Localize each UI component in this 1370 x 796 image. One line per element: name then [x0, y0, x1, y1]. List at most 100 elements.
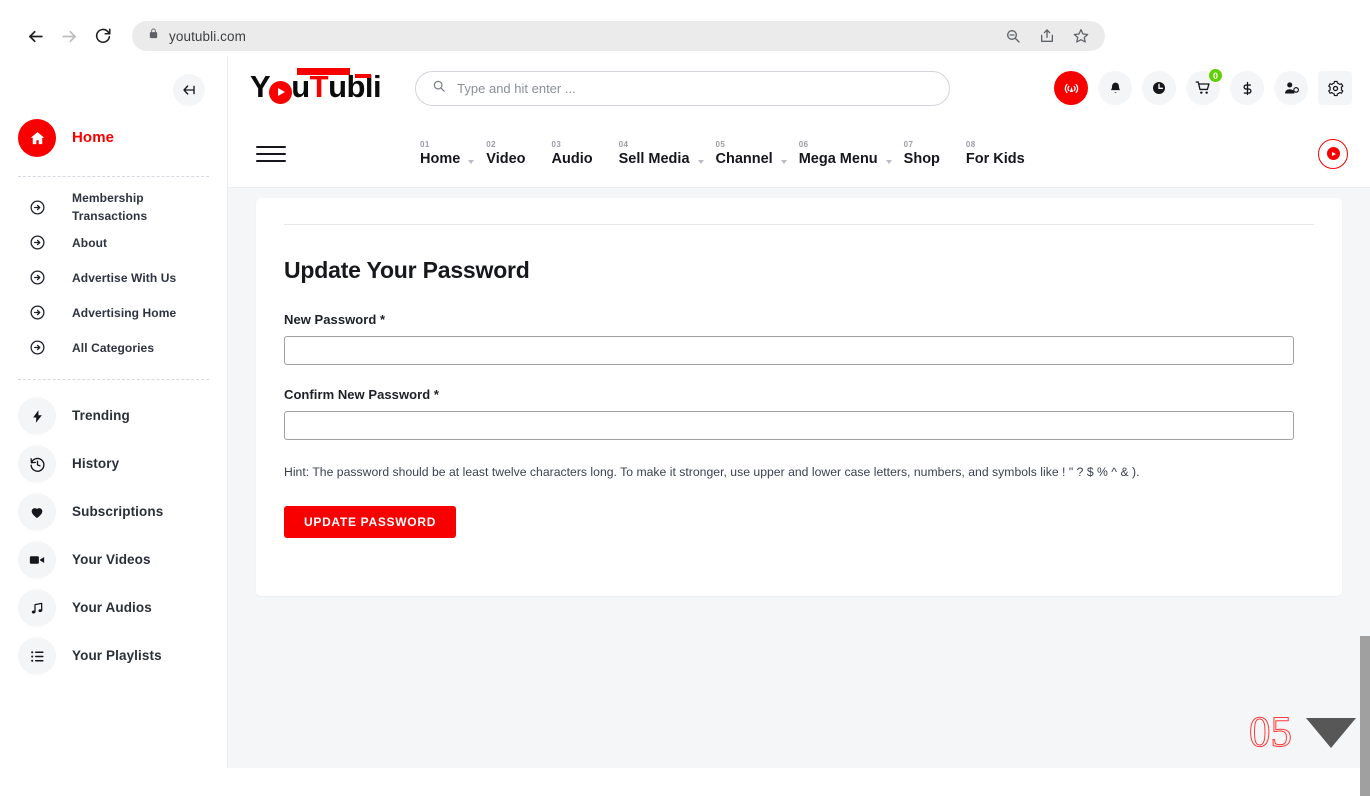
site-logo[interactable]: Y u T ubli — [250, 71, 381, 105]
collapse-sidebar-button[interactable] — [173, 74, 205, 106]
confirm-password-input[interactable] — [284, 411, 1294, 440]
share-icon[interactable] — [1039, 28, 1055, 44]
confirm-password-label: Confirm New Password * — [284, 387, 1314, 402]
sidebar-item-membership-transactions[interactable]: Membership Transactions — [0, 189, 227, 225]
sidebar-item-label: Your Playlists — [72, 646, 162, 666]
sidebar-item-label: Advertising Home — [72, 304, 176, 322]
nav-item-label: Sell Media — [619, 152, 690, 167]
address-bar[interactable]: youtubli.com — [132, 21, 1105, 51]
header-icon-group: 0 — [1054, 71, 1352, 105]
nav-item-audio[interactable]: 03 Audio — [552, 141, 619, 167]
sidebar-item-label: Advertise With Us — [72, 269, 176, 287]
nav-item-label: Audio — [552, 152, 593, 167]
nav-item-number: 08 — [966, 141, 1025, 149]
sidebar-item-label: Subscriptions — [72, 502, 163, 522]
corner-widget: 05 — [1249, 711, 1356, 754]
nav-item-sell-media[interactable]: 04 Sell Media — [619, 141, 716, 167]
logo-macron-decoration — [355, 74, 371, 78]
sidebar-item-your-videos[interactable]: Your Videos — [0, 536, 227, 584]
sidebar-item-label: All Categories — [72, 339, 154, 357]
sidebar-item-advertising-home[interactable]: Advertising Home — [0, 295, 227, 330]
chevron-down-icon — [886, 160, 892, 164]
nav-item-mega-menu[interactable]: 06 Mega Menu — [799, 141, 904, 167]
cart-badge: 0 — [1208, 68, 1223, 83]
search-input[interactable]: Type and hit enter ... — [415, 71, 950, 106]
page-title: Update Your Password — [284, 257, 1314, 284]
bell-icon[interactable] — [1098, 71, 1132, 105]
nav-item-number: 04 — [619, 141, 690, 149]
arrow-circle-right-icon — [22, 192, 52, 222]
sidebar-divider-bottom — [18, 379, 209, 380]
card-divider — [284, 224, 1314, 225]
sidebar-item-your-playlists[interactable]: Your Playlists — [0, 632, 227, 680]
nav-item-home[interactable]: 01 Home — [420, 141, 486, 167]
new-password-input[interactable] — [284, 336, 1294, 365]
record-button[interactable] — [1318, 139, 1348, 169]
page-scrollbar[interactable] — [1360, 188, 1370, 768]
sidebar-item-subscriptions[interactable]: Subscriptions — [0, 488, 227, 536]
logo-bar-decoration — [297, 68, 350, 75]
live-broadcast-icon[interactable] — [1054, 71, 1088, 105]
nav-item-shop[interactable]: 07 Shop — [904, 141, 966, 167]
clock-icon[interactable] — [1142, 71, 1176, 105]
scrollbar-thumb[interactable] — [1360, 636, 1370, 796]
user-icon[interactable] — [1274, 71, 1308, 105]
zoom-out-icon[interactable] — [1005, 28, 1021, 44]
sidebar-item-label: Trending — [72, 406, 130, 426]
sidebar-item-label: History — [72, 454, 119, 474]
arrow-circle-right-icon — [22, 228, 52, 258]
arrow-circle-right-icon — [22, 298, 52, 328]
update-password-button[interactable]: UPDATE PASSWORD — [284, 506, 456, 538]
nav-item-number: 02 — [486, 141, 525, 149]
clock-rewind-icon — [18, 445, 56, 483]
hamburger-menu-icon[interactable] — [256, 146, 286, 162]
sidebar-item-history[interactable]: History — [0, 440, 227, 488]
browser-back-button[interactable] — [18, 19, 52, 53]
record-play-icon — [1327, 147, 1340, 160]
home-icon — [18, 119, 56, 157]
cart-icon[interactable]: 0 — [1186, 71, 1220, 105]
sidebar-divider-top — [18, 176, 209, 177]
chevron-down-icon — [698, 160, 704, 164]
sidebar-item-home[interactable]: Home — [0, 114, 227, 162]
sidebar-item-label: Your Audios — [72, 598, 152, 618]
sidebar-item-label: Your Videos — [72, 550, 151, 570]
video-camera-icon — [18, 541, 56, 579]
nav-item-label: Home — [420, 152, 460, 167]
site-header: Y u T ubli Type and hit enter ... — [228, 56, 1370, 120]
scroll-down-triangle-icon[interactable] — [1306, 718, 1356, 748]
nav-item-label: Video — [486, 152, 525, 167]
nav-item-label: Mega Menu — [799, 152, 878, 167]
nav-item-label: Channel — [716, 152, 773, 167]
sidebar-item-about[interactable]: About — [0, 225, 227, 260]
nav-item-label: Shop — [904, 152, 940, 167]
sidebar: Home Membership Transactions About Adver… — [0, 56, 228, 768]
browser-reload-button[interactable] — [86, 19, 120, 53]
sidebar-item-label: Membership Transactions — [72, 189, 182, 225]
nav-item-channel[interactable]: 05 Channel — [716, 141, 799, 167]
gear-icon[interactable] — [1318, 71, 1352, 105]
list-icon — [18, 637, 56, 675]
browser-forward-button[interactable] — [52, 19, 86, 53]
nav-item-number: 07 — [904, 141, 940, 149]
logo-part-3: T — [310, 71, 328, 102]
sidebar-item-your-audios[interactable]: Your Audios — [0, 584, 227, 632]
search-placeholder: Type and hit enter ... — [457, 81, 576, 96]
dollar-icon[interactable] — [1230, 71, 1264, 105]
nav-item-for-kids[interactable]: 08 For Kids — [966, 141, 1051, 167]
page-body: Update Your Password New Password * Conf… — [228, 188, 1370, 768]
sidebar-item-advertise-with-us[interactable]: Advertise With Us — [0, 260, 227, 295]
bookmark-star-icon[interactable] — [1073, 28, 1089, 44]
sidebar-item-all-categories[interactable]: All Categories — [0, 330, 227, 365]
sidebar-item-trending[interactable]: Trending — [0, 392, 227, 440]
arrow-circle-right-icon — [22, 333, 52, 363]
bolt-icon — [18, 397, 56, 435]
nav-item-number: 01 — [420, 141, 460, 149]
logo-part-1: Y — [250, 71, 270, 102]
corner-step-number: 05 — [1249, 711, 1292, 754]
update-password-card: Update Your Password New Password * Conf… — [256, 198, 1342, 596]
lock-icon — [148, 27, 159, 45]
logo-part-2: u — [291, 71, 309, 102]
nav-item-video[interactable]: 02 Video — [486, 141, 551, 167]
sidebar-item-label: About — [72, 234, 107, 252]
